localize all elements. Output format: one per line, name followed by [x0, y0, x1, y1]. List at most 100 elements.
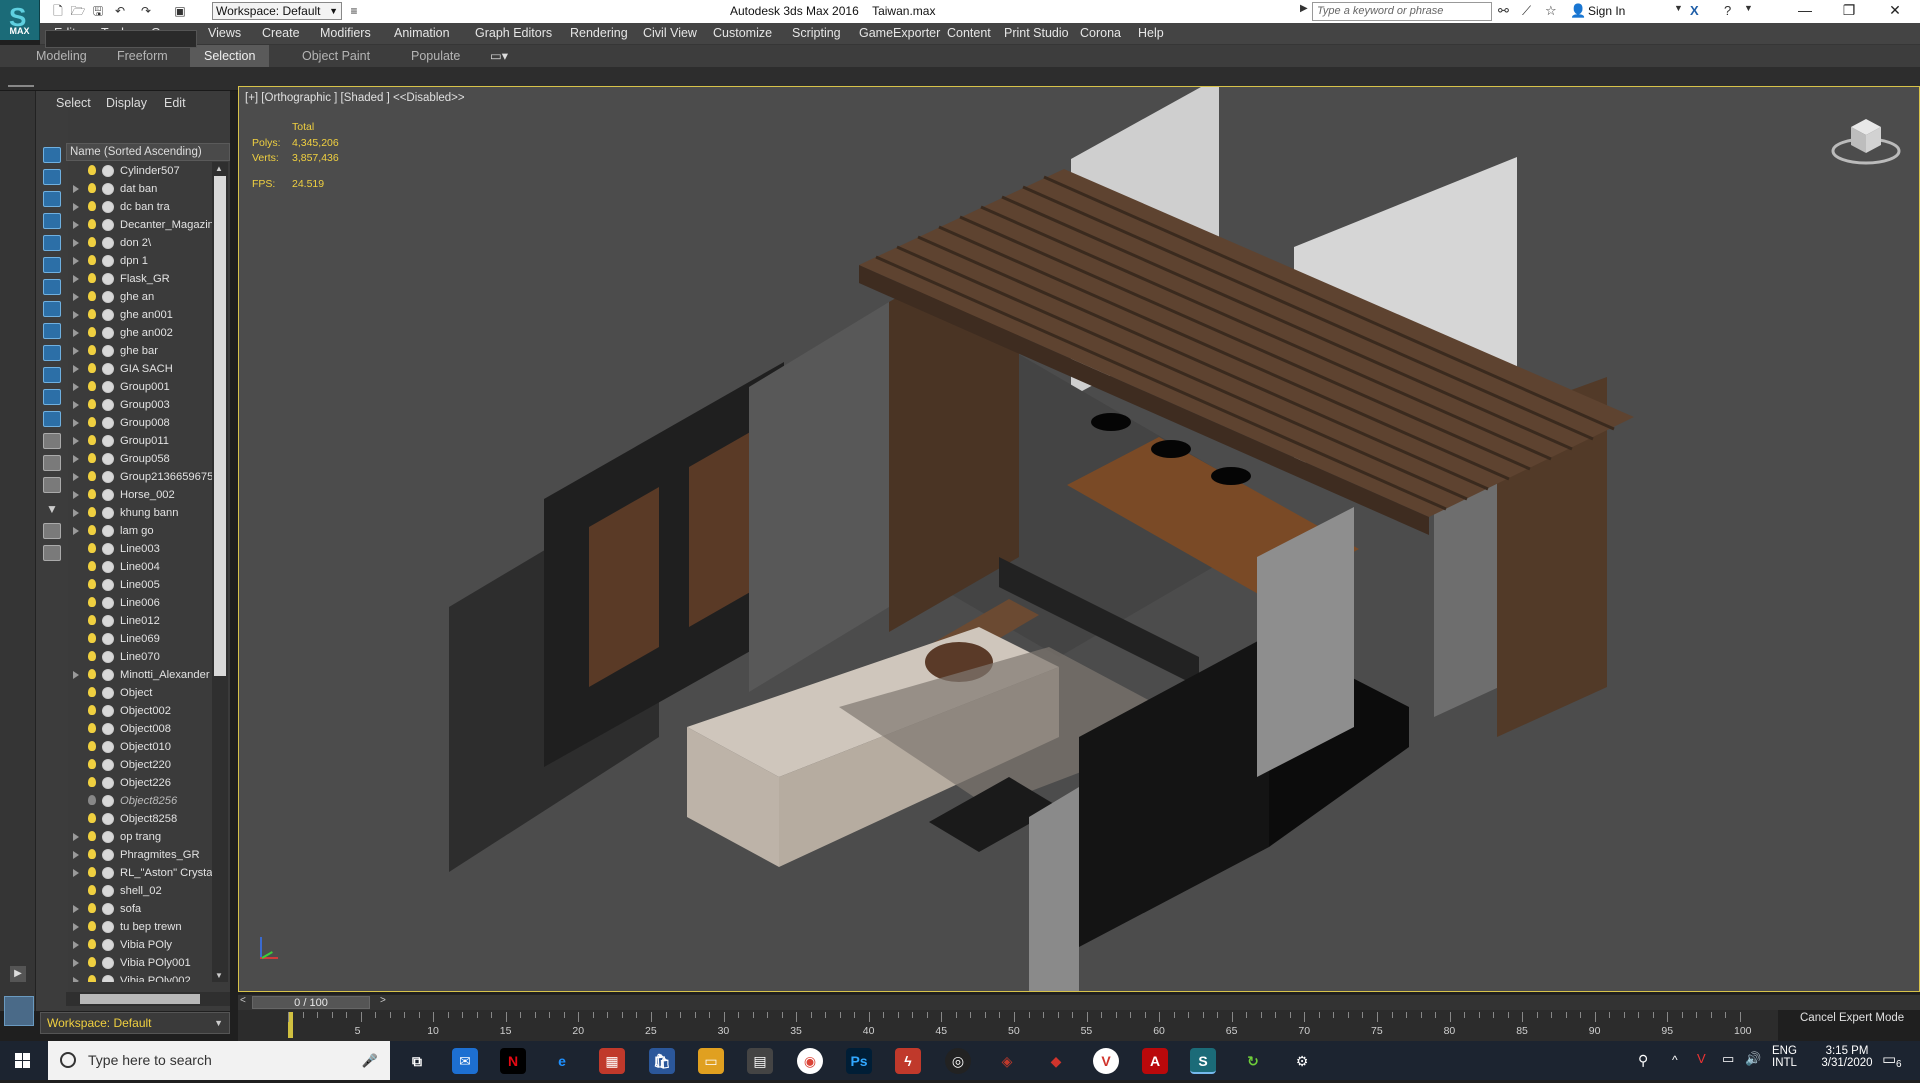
list-item[interactable]: dat ban: [66, 180, 212, 198]
time-slider-thumb[interactable]: 0 / 100: [252, 996, 370, 1009]
tab-populate[interactable]: Populate: [397, 45, 474, 67]
list-item[interactable]: Object220: [66, 756, 212, 774]
list-item[interactable]: Object8258: [66, 810, 212, 828]
light-bulb-icon[interactable]: [88, 219, 96, 229]
list-item[interactable]: Object010: [66, 738, 212, 756]
help-icon[interactable]: ?: [1724, 3, 1731, 18]
light-bulb-icon[interactable]: [88, 669, 96, 679]
3dsmax-taskbar-icon[interactable]: S: [1190, 1048, 1216, 1074]
light-bulb-icon[interactable]: [88, 417, 96, 427]
maxscript-listener-icon[interactable]: [4, 996, 34, 1026]
viewport-label[interactable]: [+] [Orthographic ] [Shaded ] <<Disabled…: [245, 92, 465, 104]
list-item[interactable]: Line012: [66, 612, 212, 630]
flash-icon[interactable]: ϟ: [895, 1048, 921, 1074]
hscrollbar-thumb[interactable]: [80, 994, 200, 1004]
light-bulb-icon[interactable]: [88, 327, 96, 337]
expand-arrow-icon[interactable]: [73, 329, 79, 337]
light-bulb-icon[interactable]: [88, 921, 96, 931]
display-containers-icon[interactable]: [43, 389, 61, 405]
chevron-left-icon[interactable]: <: [240, 995, 246, 1006]
settings-gear-icon[interactable]: ⚙: [1289, 1048, 1315, 1074]
filter-icon[interactable]: ▼: [43, 501, 61, 517]
expand-arrow-icon[interactable]: [73, 365, 79, 373]
menu-help[interactable]: Help: [1138, 26, 1164, 40]
netflix-icon[interactable]: N: [500, 1048, 526, 1074]
expand-arrow-icon[interactable]: [73, 293, 79, 301]
office-icon[interactable]: ▦: [599, 1048, 625, 1074]
android-app-icon[interactable]: ↻: [1240, 1048, 1266, 1074]
list-item[interactable]: Minotti_Alexander S: [66, 666, 212, 684]
list-item[interactable]: Group058: [66, 450, 212, 468]
expand-arrow-icon[interactable]: [73, 203, 79, 211]
light-bulb-icon[interactable]: [88, 651, 96, 661]
menu-scripting[interactable]: Scripting: [792, 26, 841, 40]
list-item[interactable]: sofa: [66, 900, 212, 918]
light-bulb-icon[interactable]: [88, 723, 96, 733]
chevron-up-icon[interactable]: ^: [1672, 1053, 1678, 1067]
list-item[interactable]: Phragmites_GR: [66, 846, 212, 864]
display-frozen-icon[interactable]: [43, 411, 61, 427]
list-item[interactable]: ghe an: [66, 288, 212, 306]
list-item[interactable]: Line004: [66, 558, 212, 576]
undo-icon[interactable]: ↶: [112, 3, 128, 20]
expand-arrow-icon[interactable]: [73, 671, 79, 679]
display-none-icon[interactable]: [43, 169, 61, 185]
list-item[interactable]: Group011: [66, 432, 212, 450]
expand-arrow-icon[interactable]: [73, 527, 79, 535]
exchange-apps-icon[interactable]: X: [1690, 3, 1699, 18]
list-item[interactable]: Object226: [66, 774, 212, 792]
quick-access-menu-icon[interactable]: ≡: [346, 3, 362, 20]
light-bulb-icon[interactable]: [88, 183, 96, 193]
task-view-icon[interactable]: ⧉: [404, 1048, 430, 1074]
menu-animation[interactable]: Animation: [394, 26, 450, 40]
list-item[interactable]: dpn 1: [66, 252, 212, 270]
list-item[interactable]: ghe bar: [66, 342, 212, 360]
list-item[interactable]: Object008: [66, 720, 212, 738]
workspace-selector[interactable]: Workspace: Default ▼: [40, 1012, 230, 1034]
light-bulb-icon[interactable]: [88, 795, 96, 805]
light-bulb-icon[interactable]: [88, 255, 96, 265]
display-groups-icon[interactable]: [43, 323, 61, 339]
network-icon[interactable]: ▭: [1722, 1051, 1734, 1067]
light-bulb-icon[interactable]: [88, 345, 96, 355]
light-bulb-icon[interactable]: [88, 237, 96, 247]
expand-arrow-icon[interactable]: [73, 383, 79, 391]
explorer-tab-edit[interactable]: Edit: [164, 96, 186, 110]
time-slider[interactable]: < 0 / 100 >: [238, 994, 1920, 1010]
acrobat-icon[interactable]: A: [1142, 1048, 1168, 1074]
app-menu-button[interactable]: S MAX: [0, 0, 40, 40]
light-bulb-icon[interactable]: [88, 363, 96, 373]
light-bulb-icon[interactable]: [88, 615, 96, 625]
list-item[interactable]: lam go: [66, 522, 212, 540]
display-shapes-icon[interactable]: [43, 213, 61, 229]
close-button[interactable]: ✕: [1880, 2, 1910, 19]
chevron-right-icon[interactable]: >: [380, 995, 386, 1006]
menu-print-studio[interactable]: Print Studio: [1004, 26, 1069, 40]
chevron-down-icon[interactable]: ▼: [1744, 3, 1753, 13]
list-item[interactable]: Line005: [66, 576, 212, 594]
viewport-orthographic[interactable]: [+] [Orthographic ] [Shaded ] <<Disabled…: [238, 86, 1920, 992]
clock[interactable]: 3:15 PM 3/31/2020: [1812, 1045, 1882, 1069]
light-bulb-icon[interactable]: [88, 777, 96, 787]
expand-arrow-icon[interactable]: [73, 437, 79, 445]
list-item[interactable]: Vibia POly002: [66, 972, 212, 982]
list-item[interactable]: Group008: [66, 414, 212, 432]
list-item[interactable]: ghe an001: [66, 306, 212, 324]
list-item[interactable]: Object002: [66, 702, 212, 720]
language-indicator[interactable]: ENG INTL: [1772, 1045, 1797, 1069]
mail-icon[interactable]: ✉: [452, 1048, 478, 1074]
expand-arrow-icon[interactable]: [73, 941, 79, 949]
list-item[interactable]: Object8256: [66, 792, 212, 810]
light-bulb-icon[interactable]: [88, 561, 96, 571]
expand-arrow-icon[interactable]: [73, 419, 79, 427]
light-bulb-icon[interactable]: [88, 849, 96, 859]
menu-modifiers[interactable]: Modifiers: [320, 26, 371, 40]
list-item[interactable]: don 2\: [66, 234, 212, 252]
ribbon-options-icon[interactable]: ▭▾: [476, 45, 522, 67]
expand-arrow-icon[interactable]: [73, 491, 79, 499]
play-icon[interactable]: ▶: [10, 966, 26, 982]
light-bulb-icon[interactable]: [88, 633, 96, 643]
unikey-icon[interactable]: V: [1093, 1048, 1119, 1074]
explorer-vertical-scrollbar[interactable]: ▲ ▼: [212, 162, 228, 982]
display-spacewarps-icon[interactable]: [43, 301, 61, 317]
